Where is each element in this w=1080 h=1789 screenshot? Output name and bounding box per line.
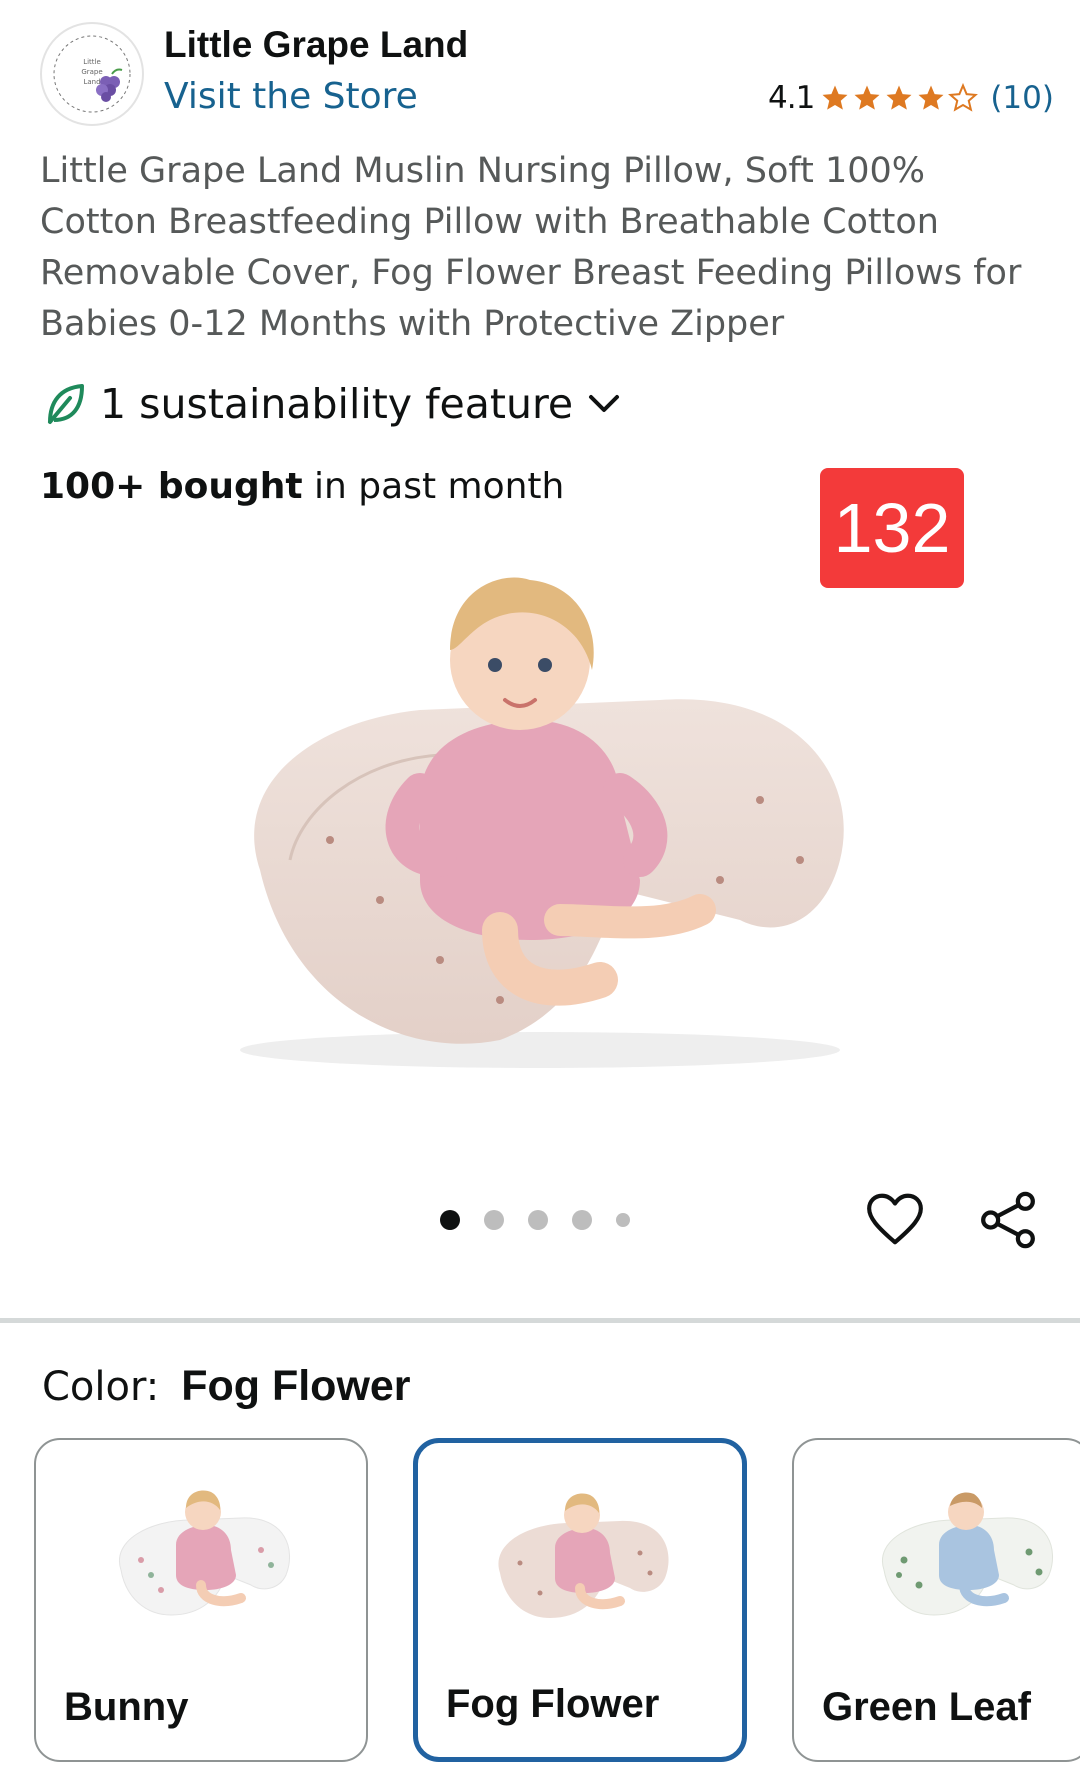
svg-text:Land: Land [83, 78, 100, 86]
star-full-icon [886, 85, 912, 110]
share-button[interactable] [976, 1188, 1040, 1252]
section-divider [0, 1318, 1080, 1323]
bought-suffix: in past month [302, 466, 565, 507]
rating-stars [820, 83, 979, 113]
pagination-dot-4[interactable] [572, 1210, 592, 1230]
leaf-icon [48, 384, 84, 424]
share-icon [981, 1191, 1035, 1249]
sustainability-label: 1 sustainability feature [100, 380, 574, 428]
favorite-button[interactable] [864, 1188, 926, 1250]
star-full-icon [854, 85, 880, 110]
review-count[interactable]: (10) [990, 80, 1054, 116]
star-full-icon [822, 85, 848, 110]
pagination-dot-5[interactable] [616, 1213, 630, 1227]
color-option-name: Fog Flower [446, 1682, 660, 1726]
star-full-icon [918, 85, 944, 110]
green-leaf-thumbnail-image [881, 1492, 1053, 1616]
bought-in-past-month: 100+ bought in past month [40, 466, 564, 507]
nursing-pillow-baby-image [240, 577, 844, 1068]
star-empty-icon [948, 83, 979, 112]
chevron-down-icon [589, 395, 620, 412]
pagination-dot-2[interactable] [484, 1210, 504, 1230]
svg-text:Little: Little [83, 58, 101, 66]
color-option-bunny[interactable]: Bunny [34, 1438, 368, 1762]
bunny-thumbnail-image [118, 1490, 290, 1616]
color-option-fog-flower[interactable]: Fog Flower [413, 1438, 747, 1762]
svg-text:Grape: Grape [81, 68, 102, 76]
pagination-dot-3[interactable] [528, 1210, 548, 1230]
color-option-name: Bunny [64, 1685, 189, 1729]
visit-store-link[interactable]: Visit the Store [164, 76, 418, 117]
product-image[interactable] [200, 560, 880, 1100]
selected-color: Fog Flower [181, 1362, 411, 1410]
color-option-name: Green Leaf [822, 1685, 1031, 1729]
color-option-green-leaf[interactable]: Green Leaf [792, 1438, 1080, 1762]
bought-count: 100+ bought [40, 466, 303, 507]
fog-flower-thumbnail-image [498, 1493, 669, 1618]
sustainability-toggle[interactable]: 1 sustainability feature [44, 380, 621, 428]
rating-value: 4.1 [768, 80, 815, 116]
brand-name[interactable]: Little Grape Land [164, 24, 468, 66]
store-logo[interactable]: Little Grape Land [40, 22, 144, 126]
grape-logo-icon: Little Grape Land [53, 35, 131, 113]
pagination-dot-1[interactable] [440, 1210, 460, 1230]
image-pagination[interactable] [440, 1210, 630, 1230]
rating-summary[interactable]: 4.1 (10) [768, 80, 1054, 116]
color-key: Color: [42, 1364, 160, 1410]
product-title: Little Grape Land Muslin Nursing Pillow,… [40, 151, 1022, 344]
heart-icon [867, 1193, 923, 1245]
color-selector-label: Color: Fog Flower [42, 1362, 411, 1411]
